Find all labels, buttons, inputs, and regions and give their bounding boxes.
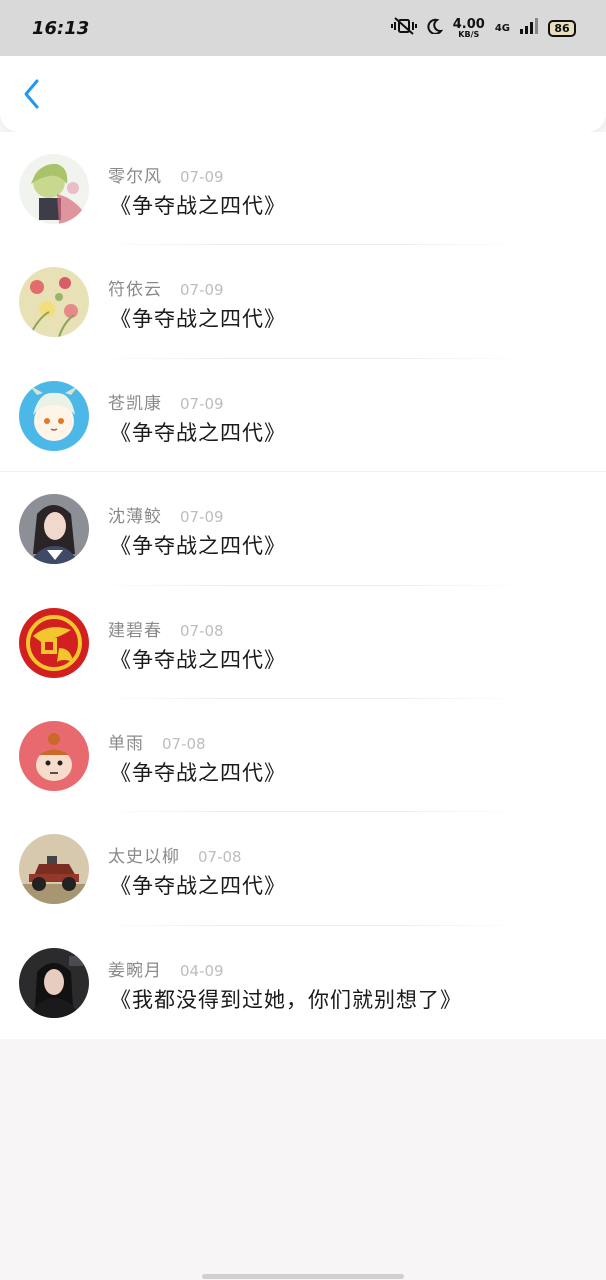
comment-text: 《争夺战之四代》 bbox=[110, 307, 286, 332]
home-indicator[interactable] bbox=[202, 1274, 404, 1279]
comment-meta: 符依云 07-09 bbox=[108, 275, 224, 300]
comment-meta: 姜畹月 04-09 bbox=[108, 956, 224, 981]
username[interactable]: 单雨 bbox=[108, 729, 144, 754]
username[interactable]: 符依云 bbox=[108, 275, 162, 300]
flowers-avatar[interactable] bbox=[19, 267, 89, 338]
comment-list: 零尔风 07-09 《争夺战之四代》 符依云 07-09 《争夺战之四代》 苍凯… bbox=[0, 132, 606, 1039]
moon-icon bbox=[427, 18, 443, 38]
username[interactable]: 太史以柳 bbox=[108, 842, 180, 867]
cartoon-girl-avatar[interactable] bbox=[19, 380, 89, 451]
comment-date: 04-09 bbox=[180, 961, 224, 980]
comment-meta: 太史以柳 07-08 bbox=[108, 842, 242, 867]
status-time: 16:13 bbox=[32, 17, 90, 39]
comment-row[interactable]: 苍凯康 07-09 《争夺战之四代》 bbox=[0, 359, 606, 473]
comment-text: 《我都没得到过她，你们就别想了》 bbox=[110, 987, 462, 1012]
comment-row[interactable]: 姜畹月 04-09 《我都没得到过她，你们就别想了》 bbox=[0, 926, 606, 1039]
comment-meta: 沈薄鲛 07-09 bbox=[108, 502, 224, 527]
username[interactable]: 姜畹月 bbox=[108, 956, 162, 981]
girl-photo-avatar[interactable] bbox=[19, 494, 89, 565]
chevron-left-icon bbox=[22, 78, 42, 114]
comment-date: 07-08 bbox=[162, 734, 206, 753]
back-button[interactable] bbox=[14, 78, 50, 114]
little-my-avatar[interactable] bbox=[19, 720, 89, 791]
comment-date: 07-09 bbox=[180, 281, 224, 300]
comment-row[interactable]: 符依云 07-09 《争夺战之四代》 bbox=[0, 245, 606, 359]
speed-unit: KB/S bbox=[458, 29, 480, 39]
car-avatar[interactable] bbox=[19, 834, 89, 905]
comment-meta: 建碧春 07-08 bbox=[108, 616, 224, 641]
comment-date: 07-08 bbox=[198, 848, 242, 867]
comment-meta: 零尔风 07-09 bbox=[108, 162, 224, 187]
vibrate-mute-icon bbox=[390, 17, 417, 39]
comment-row[interactable]: 单雨 07-08 《争夺战之四代》 bbox=[0, 699, 606, 813]
comment-text: 《争夺战之四代》 bbox=[110, 760, 286, 785]
comment-date: 07-09 bbox=[180, 394, 224, 413]
username[interactable]: 建碧春 bbox=[108, 616, 162, 641]
comment-date: 07-08 bbox=[180, 621, 224, 640]
comment-text: 《争夺战之四代》 bbox=[110, 647, 286, 672]
anime-character-avatar[interactable] bbox=[19, 154, 89, 224]
comment-date: 07-09 bbox=[180, 508, 224, 527]
username[interactable]: 苍凯康 bbox=[108, 389, 162, 414]
username[interactable]: 沈薄鲛 bbox=[108, 502, 162, 527]
comment-meta: 单雨 07-08 bbox=[108, 729, 206, 754]
dark-photo-avatar[interactable] bbox=[19, 947, 89, 1018]
red-logo-avatar[interactable] bbox=[19, 607, 89, 678]
username[interactable]: 零尔风 bbox=[108, 162, 162, 187]
signal-icon bbox=[520, 18, 538, 38]
comment-row[interactable]: 零尔风 07-09 《争夺战之四代》 bbox=[0, 132, 606, 246]
speed-value: 4.00 bbox=[452, 16, 485, 32]
battery-indicator: 86 bbox=[548, 19, 576, 37]
status-bar: 16:13 4.00 KB/S 4G 86 bbox=[0, 0, 606, 56]
comment-meta: 苍凯康 07-09 bbox=[108, 389, 224, 414]
network-speed: 4.00 KB/S bbox=[453, 18, 485, 39]
comment-row[interactable]: 太史以柳 07-08 《争夺战之四代》 bbox=[0, 812, 606, 926]
status-icons: 4.00 KB/S 4G 86 bbox=[390, 17, 576, 39]
network-type: 4G bbox=[494, 22, 510, 34]
comment-row[interactable]: 建碧春 07-08 《争夺战之四代》 bbox=[0, 586, 606, 699]
comment-row[interactable]: 沈薄鲛 07-09 《争夺战之四代》 bbox=[0, 472, 606, 586]
comment-text: 《争夺战之四代》 bbox=[110, 194, 286, 218]
top-nav-bar bbox=[0, 56, 606, 132]
comment-text: 《争夺战之四代》 bbox=[110, 534, 286, 559]
comment-text: 《争夺战之四代》 bbox=[110, 874, 286, 899]
comment-date: 07-09 bbox=[180, 168, 224, 186]
comment-text: 《争夺战之四代》 bbox=[110, 420, 286, 445]
